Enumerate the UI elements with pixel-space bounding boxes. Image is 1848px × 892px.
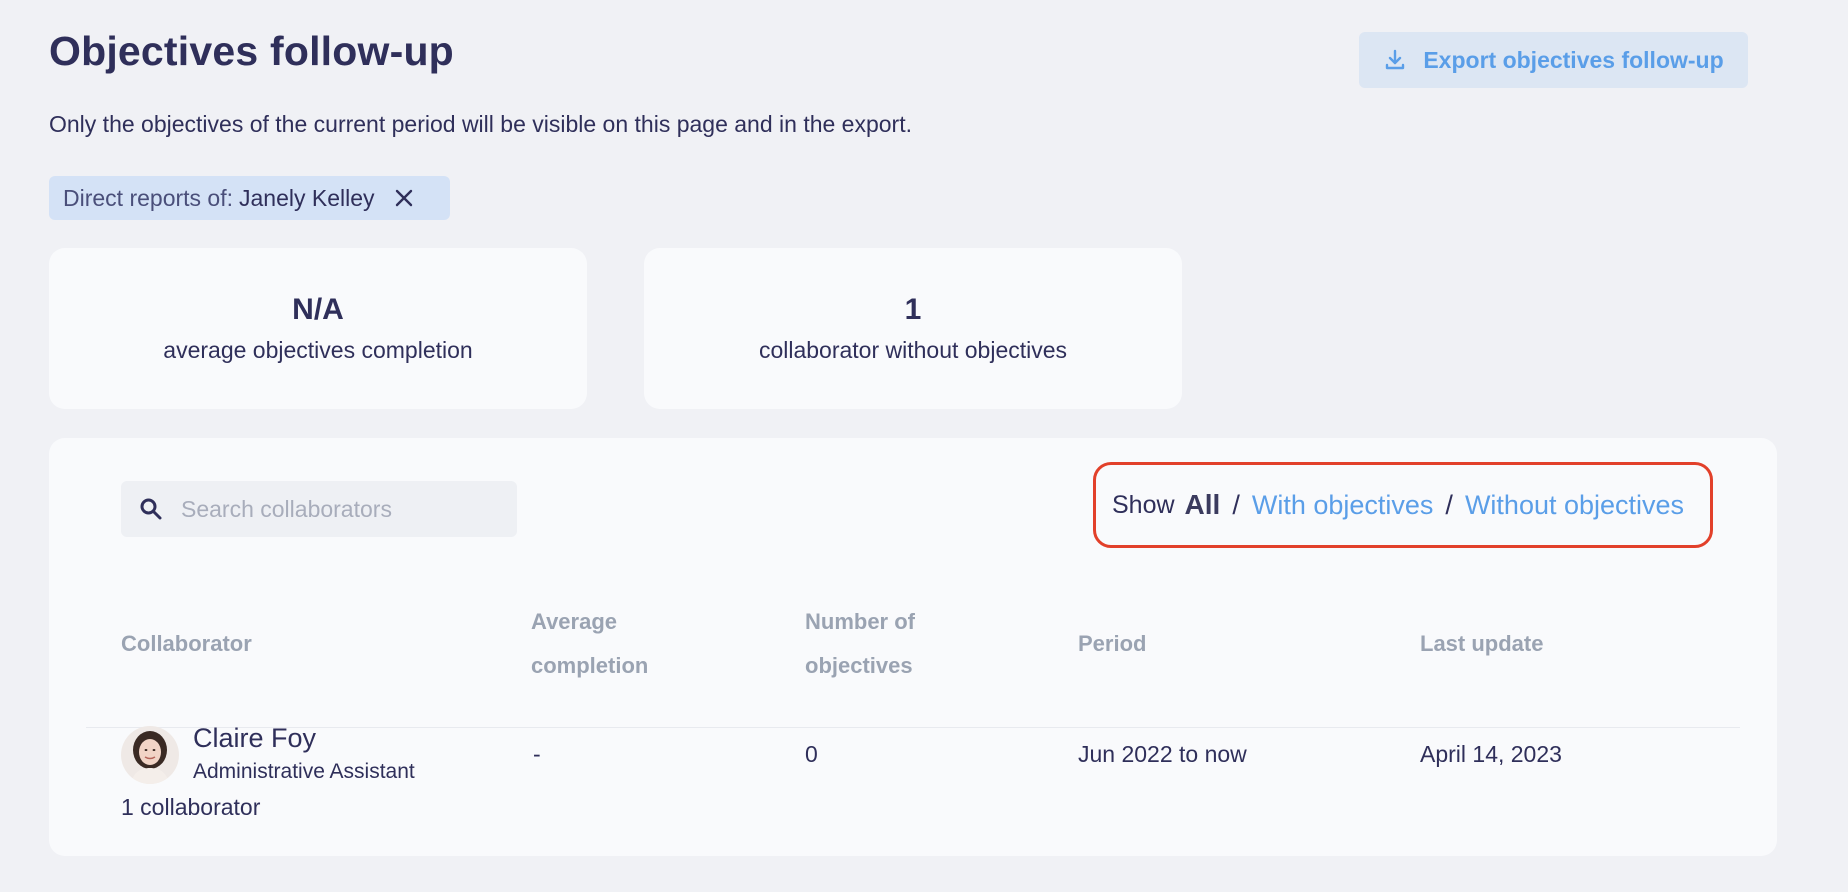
show-without-objectives-option[interactable]: Without objectives xyxy=(1465,490,1684,521)
filter-chip-prefix: Direct reports of: xyxy=(63,184,233,211)
export-button-label: Export objectives follow-up xyxy=(1423,46,1724,73)
table-row[interactable]: Claire Foy Administrative Assistant - 0 … xyxy=(86,705,1740,795)
export-objectives-button[interactable]: Export objectives follow-up xyxy=(1359,32,1748,88)
column-header-number-of-objectives[interactable]: Number of objectives xyxy=(805,600,985,688)
last-update-cell: April 14, 2023 xyxy=(1420,741,1562,767)
direct-reports-filter-chip: Direct reports of: Janely Kelley xyxy=(49,176,450,220)
column-header-collaborator[interactable]: Collaborator xyxy=(121,622,252,666)
page-title: Objectives follow-up xyxy=(49,28,454,74)
without-objectives-label: collaborator without objectives xyxy=(758,337,1068,363)
search-input[interactable] xyxy=(181,495,501,523)
show-with-objectives-option[interactable]: With objectives xyxy=(1252,490,1434,521)
show-filter-label: Show xyxy=(1112,490,1175,519)
collaborator-role: Administrative Assistant xyxy=(193,760,415,783)
average-completion-cell: - xyxy=(533,741,541,767)
page-subtitle: Only the objectives of the current perio… xyxy=(49,111,912,137)
collaborator-count: 1 collaborator xyxy=(121,794,261,820)
column-header-average-completion[interactable]: Average completion xyxy=(531,600,711,688)
show-separator: / xyxy=(1232,489,1240,520)
download-icon xyxy=(1386,49,1405,70)
search-icon xyxy=(140,498,162,520)
collaborator-name[interactable]: Claire Foy xyxy=(193,723,316,754)
without-objectives-card: 1 collaborator without objectives xyxy=(644,248,1182,409)
without-objectives-value: 1 xyxy=(904,293,922,326)
average-completion-label: average objectives completion xyxy=(163,337,473,363)
show-separator: / xyxy=(1445,489,1453,520)
objectives-follow-up-page: Objectives follow-up Export objectives f… xyxy=(0,0,1848,892)
number-of-objectives-cell: 0 xyxy=(805,741,818,767)
show-all-option[interactable]: All xyxy=(1185,489,1221,521)
filter-chip-value: Janely Kelley xyxy=(239,184,375,211)
search-box xyxy=(121,481,517,537)
average-completion-card: N/A average objectives completion xyxy=(49,248,587,409)
show-filter: Show All / With objectives / Without obj… xyxy=(1093,462,1713,548)
avatar xyxy=(121,726,179,784)
period-cell: Jun 2022 to now xyxy=(1078,741,1247,767)
column-header-last-update[interactable]: Last update xyxy=(1420,622,1543,666)
average-completion-value: N/A xyxy=(292,293,344,326)
collaborators-panel: Show All / With objectives / Without obj… xyxy=(49,438,1777,856)
close-icon[interactable] xyxy=(393,187,415,209)
column-header-period[interactable]: Period xyxy=(1078,622,1146,666)
